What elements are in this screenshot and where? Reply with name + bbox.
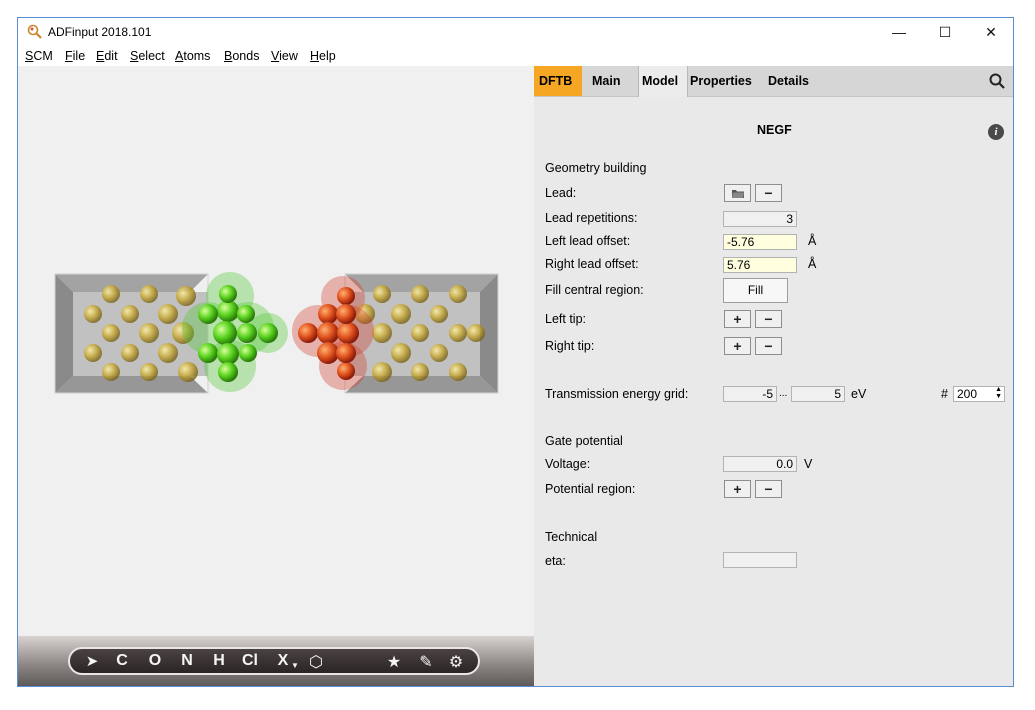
tab-main[interactable]: Main bbox=[592, 74, 620, 88]
left-tip-remove-button[interactable]: − bbox=[755, 310, 782, 328]
tab-model[interactable]: Model bbox=[642, 74, 678, 88]
chlorine-tool[interactable]: Cl bbox=[240, 652, 260, 670]
lead-open-button[interactable] bbox=[724, 184, 751, 202]
left-tip-label: Left tip: bbox=[545, 312, 586, 326]
close-button[interactable]: ✕ bbox=[968, 18, 1013, 46]
lead-repetitions-label: Lead repetitions: bbox=[545, 211, 638, 225]
menu-bonds[interactable]: Bonds bbox=[224, 49, 259, 63]
range-separator: ... bbox=[779, 388, 788, 399]
gear-icon[interactable]: ⚙ bbox=[446, 652, 466, 672]
nitrogen-tool[interactable]: N bbox=[177, 652, 197, 670]
lead-label: Lead: bbox=[545, 186, 577, 200]
molecule-scene[interactable] bbox=[18, 66, 534, 636]
eta-label: eta: bbox=[545, 554, 566, 568]
ring-icon[interactable]: ⬡ bbox=[306, 652, 326, 672]
panel-tab-bar: DFTB Main Model Properties Details bbox=[534, 66, 1013, 97]
tab-details[interactable]: Details bbox=[768, 74, 809, 88]
transmission-min-field[interactable]: -5 bbox=[723, 386, 777, 402]
menu-bar: SCM File Edit Select Atoms Bonds View He… bbox=[18, 46, 1013, 66]
fill-button[interactable]: Fill bbox=[723, 278, 788, 303]
search-icon[interactable] bbox=[989, 73, 1005, 89]
left-lead-offset-field[interactable]: -5.76 bbox=[723, 234, 797, 250]
voltage-unit: V bbox=[804, 457, 813, 471]
tab-dftb[interactable]: DFTB bbox=[539, 74, 572, 88]
fill-central-region-label: Fill central region: bbox=[545, 283, 644, 297]
molecule-viewport[interactable]: ➤ C O N H Cl X ▼ ⬡ ★ ✎ ⚙ bbox=[18, 66, 534, 686]
transmission-max-field[interactable]: 5 bbox=[791, 386, 845, 402]
right-tip-remove-button[interactable]: − bbox=[755, 337, 782, 355]
atom-toolbar: ➤ C O N H Cl X ▼ ⬡ ★ ✎ ⚙ bbox=[68, 647, 480, 675]
voltage-label: Voltage: bbox=[545, 457, 591, 471]
menu-edit[interactable]: Edit bbox=[96, 49, 118, 63]
grid-points-value: 200 bbox=[957, 387, 978, 401]
select-cursor-icon[interactable]: ➤ bbox=[82, 652, 102, 670]
transmission-unit: eV bbox=[851, 387, 867, 401]
transmission-grid-label: Transmission energy grid: bbox=[545, 387, 689, 401]
pin-icon[interactable]: ✎ bbox=[416, 652, 436, 672]
right-tip-label: Right tip: bbox=[545, 339, 595, 353]
adf-app-icon bbox=[27, 24, 42, 39]
bottom-toolbar: ➤ C O N H Cl X ▼ ⬡ ★ ✎ ⚙ bbox=[18, 636, 534, 686]
chevron-down-icon[interactable]: ▼ bbox=[285, 661, 305, 670]
menu-atoms[interactable]: Atoms bbox=[175, 49, 210, 63]
potential-region-remove-button[interactable]: − bbox=[755, 480, 782, 498]
left-offset-unit: Å bbox=[808, 234, 817, 248]
potential-region-label: Potential region: bbox=[545, 482, 636, 496]
section-technical: Technical bbox=[545, 530, 598, 544]
section-geometry-building: Geometry building bbox=[545, 161, 647, 175]
left-tip-add-button[interactable]: + bbox=[724, 310, 751, 328]
app-window: ADFinput 2018.101 — ☐ ✕ SCM File Edit Se… bbox=[17, 17, 1014, 687]
right-tip-atoms bbox=[292, 276, 374, 390]
oxygen-tool[interactable]: O bbox=[145, 652, 165, 670]
right-offset-unit: Å bbox=[808, 257, 817, 271]
panel-title: NEGF bbox=[757, 123, 792, 137]
section-gate-potential: Gate potential bbox=[545, 434, 623, 448]
settings-panel: DFTB Main Model Properties Details NEGF … bbox=[534, 66, 1013, 686]
menu-help[interactable]: Help bbox=[310, 49, 336, 63]
window-title: ADFinput 2018.101 bbox=[48, 25, 152, 39]
menu-scm[interactable]: SCM bbox=[25, 49, 53, 63]
title-bar: ADFinput 2018.101 — ☐ ✕ bbox=[18, 18, 1013, 46]
right-lead-offset-label: Right lead offset: bbox=[545, 257, 639, 271]
menu-select[interactable]: Select bbox=[130, 49, 165, 63]
tab-properties[interactable]: Properties bbox=[690, 74, 752, 88]
grid-points-spinbox[interactable]: 200 ▲ ▼ bbox=[953, 386, 1005, 402]
minimize-button[interactable]: — bbox=[876, 18, 922, 46]
eta-field[interactable] bbox=[723, 552, 797, 568]
maximize-button[interactable]: ☐ bbox=[922, 18, 968, 46]
right-lead-offset-field[interactable]: 5.76 bbox=[723, 257, 797, 273]
info-icon[interactable]: i bbox=[988, 124, 1004, 140]
lead-repetitions-field[interactable]: 3 bbox=[723, 211, 797, 227]
menu-file[interactable]: File bbox=[65, 49, 85, 63]
potential-region-add-button[interactable]: + bbox=[724, 480, 751, 498]
voltage-field[interactable]: 0.0 bbox=[723, 456, 797, 472]
points-symbol: # bbox=[941, 387, 948, 401]
folder-icon bbox=[731, 190, 744, 198]
right-tip-add-button[interactable]: + bbox=[724, 337, 751, 355]
lead-remove-button[interactable]: − bbox=[755, 184, 782, 202]
spin-arrows-icon[interactable]: ▲ ▼ bbox=[995, 386, 1002, 400]
hydrogen-tool[interactable]: H bbox=[209, 652, 229, 670]
carbon-tool[interactable]: C bbox=[112, 652, 132, 670]
menu-view[interactable]: View bbox=[271, 49, 298, 63]
left-lead-offset-label: Left lead offset: bbox=[545, 234, 631, 248]
favorites-tool[interactable]: ★ bbox=[384, 652, 404, 672]
